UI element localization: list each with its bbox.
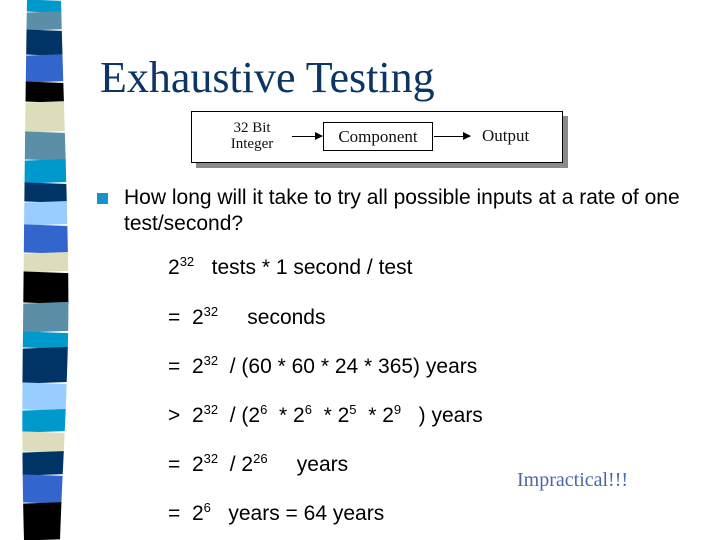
derivation-operator: =	[168, 355, 192, 378]
stripe-segment	[22, 330, 69, 350]
exponent: 26	[253, 451, 268, 466]
diagram-input-line1: 32 Bit	[233, 120, 271, 136]
exponent: 6	[304, 402, 312, 417]
exponent: 5	[349, 402, 357, 417]
diagram-output-label: Output	[482, 126, 530, 145]
arrow-right-icon	[292, 132, 323, 140]
stripe-segment	[22, 251, 69, 274]
derivation-term: / 2	[218, 453, 254, 476]
striped-decoration-bar	[22, 0, 69, 540]
exponent: 9	[393, 402, 402, 417]
derivation-term: 2	[191, 453, 204, 476]
derivation-term: 2	[191, 355, 204, 378]
derivation-term: / (60 * 60 * 24 * 365) years	[218, 355, 478, 378]
stripe-segment	[22, 10, 69, 32]
stripe-segment	[22, 158, 69, 185]
derivation-line: = 232 seconds	[168, 304, 326, 333]
derivation-line: 232 tests * 1 second / test	[168, 254, 413, 283]
stripe-segment	[22, 501, 69, 540]
derivation-line: = 232 / (60 * 60 * 24 * 365) years	[168, 353, 478, 382]
derivation-term: ) years	[401, 404, 483, 427]
slide-title: Exhaustive Testing	[100, 53, 435, 102]
stripe-segment	[22, 301, 69, 334]
stripe-segment	[22, 270, 69, 305]
diagram-input-label: 32 Bit Integer	[222, 120, 282, 152]
derivation-operator: =	[168, 453, 192, 476]
exponent: 32	[203, 451, 219, 466]
exponent: 32	[203, 402, 219, 417]
exponent: 6	[260, 402, 268, 417]
derivation-term: * 2	[356, 404, 394, 427]
stripe-segment	[22, 381, 69, 412]
impractical-callout: Impractical!!!	[517, 469, 629, 491]
derivation-term: 2	[191, 502, 204, 525]
stripe-segment	[22, 200, 69, 227]
derivation-term: 2	[168, 256, 180, 279]
derivation-term: 2	[191, 404, 204, 427]
square-bullet-icon	[97, 193, 108, 204]
exponent: 6	[203, 500, 211, 515]
component-diagram: 32 Bit Integer Component Output	[191, 111, 563, 163]
exponent: 32	[179, 254, 195, 269]
derivation-term: * 2	[311, 404, 350, 427]
derivation-term: / (2	[218, 404, 261, 427]
stripe-segment	[22, 223, 69, 255]
derivation-term: * 2	[267, 404, 305, 427]
derivation-line: = 232 / 226 years	[168, 451, 349, 480]
derivation-operator: >	[168, 404, 192, 427]
exponent: 32	[203, 304, 219, 319]
derivation-term: 2	[191, 306, 204, 329]
arrow-right-icon	[434, 132, 471, 140]
derivation-operator: =	[168, 306, 192, 329]
diagram-component-box: Component	[323, 122, 433, 151]
stripe-segment	[22, 430, 69, 454]
derivation-term: years	[267, 453, 349, 476]
derivation-term: seconds	[218, 306, 326, 329]
stripe-segment	[22, 130, 69, 162]
stripe-segment	[22, 0, 69, 14]
exponent: 32	[203, 353, 219, 368]
stripe-segment	[22, 28, 69, 57]
derivation-line: > 232 / (26 * 26 * 25 * 29 ) years	[168, 402, 483, 431]
stripe-segment	[22, 181, 69, 204]
derivation-line: = 26 years = 64 years	[168, 500, 385, 529]
stripe-segment	[22, 450, 69, 477]
stripe-segment	[22, 346, 69, 385]
stripe-segment	[22, 53, 69, 84]
derivation-term: years = 64 years	[210, 502, 385, 525]
stripe-segment	[22, 100, 69, 134]
derivation-operator: =	[168, 502, 192, 525]
derivation-term: tests * 1 second / test	[194, 256, 413, 279]
stripe-segment	[22, 473, 69, 505]
stripe-segment	[22, 408, 69, 434]
bullet-question-text: How long will it take to try all possibl…	[124, 186, 680, 235]
stripe-segment	[22, 80, 69, 104]
diagram-input-line2: Integer	[230, 136, 274, 152]
